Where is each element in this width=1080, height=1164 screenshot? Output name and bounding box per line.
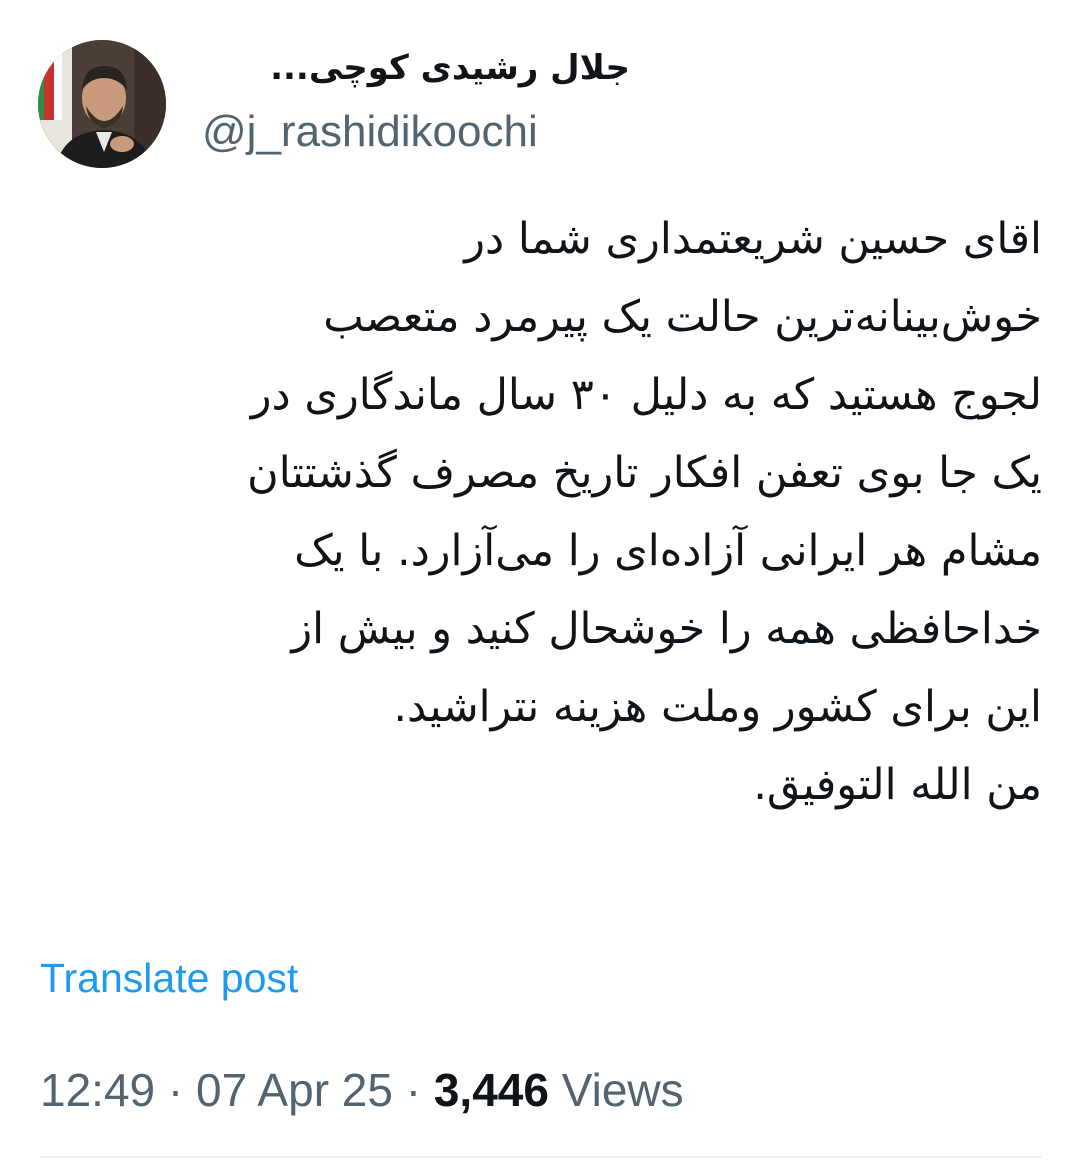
tweet-line: اقای حسین شریعتمداری شما در	[464, 214, 1042, 264]
tweet-line: مشام هر ایرانی آزاده‌ای را می‌آزارد. با …	[294, 526, 1042, 576]
author-display-name[interactable]: جلال رشیدی کوچی...	[200, 42, 630, 94]
tweet-line: یک جا بوی تعفن افکار تاریخ مصرف گذشتتان	[247, 448, 1042, 498]
translate-post-link[interactable]: Translate post	[40, 948, 298, 1008]
avatar[interactable]	[38, 40, 166, 168]
tweet-line: من الله التوفیق.	[753, 760, 1042, 810]
tweet-text: اقای حسین شریعتمداری شما در خوش‌بینانه‌ت…	[40, 200, 1042, 824]
tweet-line: خوش‌بینانه‌ترین حالت یک پیرمرد متعصب	[323, 292, 1042, 342]
author-handle[interactable]: @j_rashidikoochi	[202, 104, 538, 160]
tweet-time[interactable]: 12:49	[40, 1064, 155, 1116]
profile-photo-icon	[38, 40, 166, 168]
meta-separator: ·	[167, 1064, 184, 1116]
tweet-line: لجوج هستید که به دلیل ۳۰ سال ماندگاری در	[250, 370, 1042, 420]
tweet-line: این برای کشور وملت هزینه نتراشید.	[393, 682, 1042, 732]
tweet-date[interactable]: 07 Apr 25	[196, 1064, 393, 1116]
tweet-meta: 12:49 · 07 Apr 25 · 3,446 Views	[40, 1058, 684, 1122]
views-count: 3,446	[433, 1064, 549, 1116]
tweet-line: خداحافظی همه را خوشحال کنید و بیش از	[291, 604, 1042, 654]
views-label: Views	[561, 1064, 684, 1116]
meta-separator: ·	[405, 1064, 422, 1116]
divider	[40, 1156, 1042, 1158]
